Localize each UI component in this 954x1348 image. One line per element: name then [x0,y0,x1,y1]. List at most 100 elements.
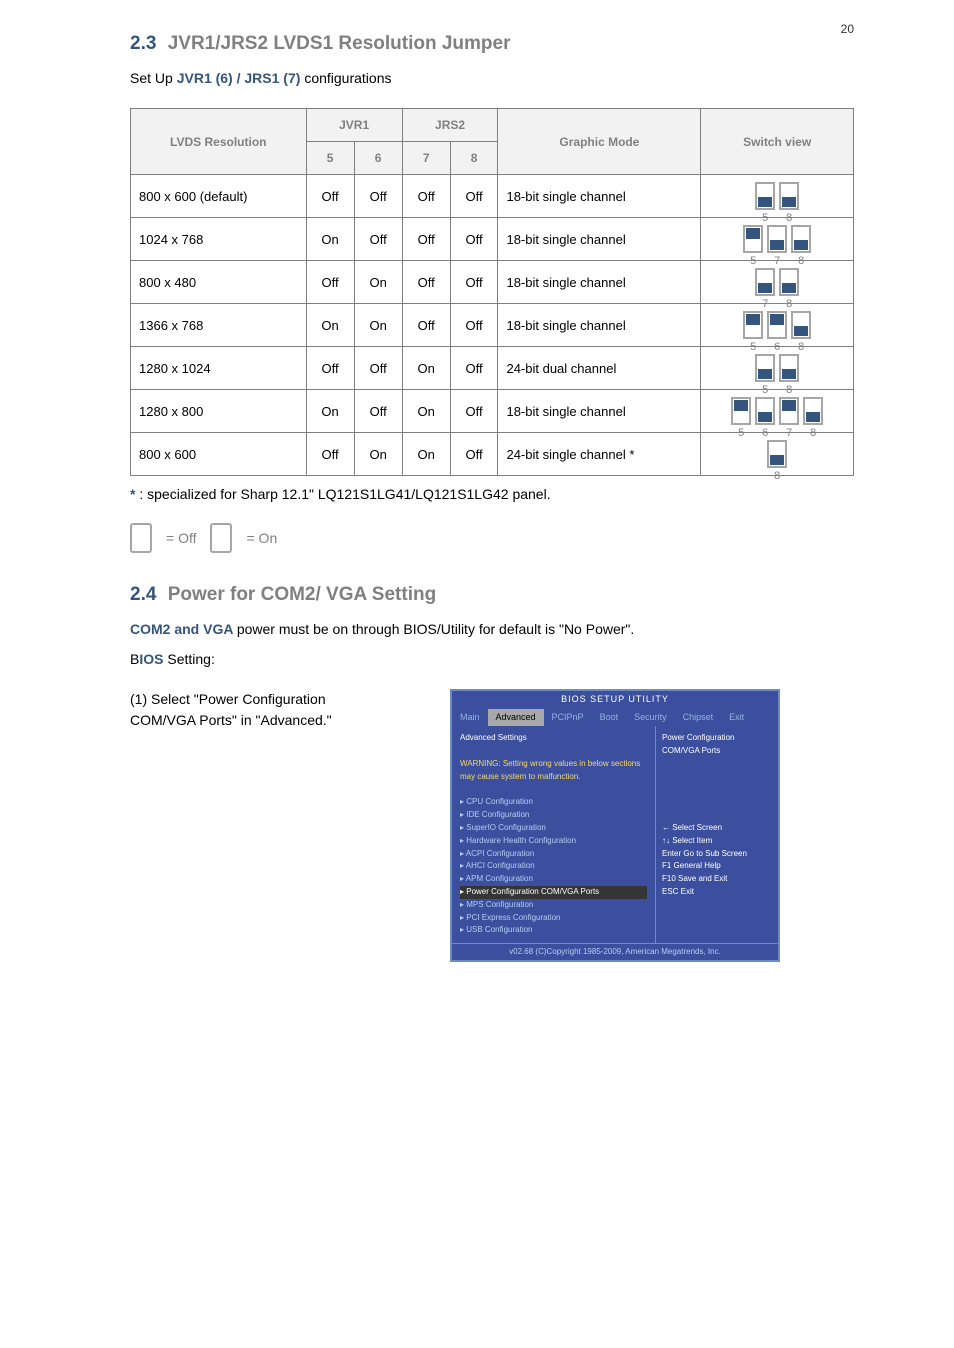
bios-list-item: ▸ Hardware Health Configuration [460,835,647,848]
cell-jumper: On [354,304,402,347]
switch-label: 5 [738,425,744,442]
switch-label: 5 [762,210,768,227]
cell-jumper: Off [450,347,498,390]
bios-list-item: ▸ APM Configuration [460,873,647,886]
table-header-row: LVDS Resolution JVR1 JRS2 Graphic Mode S… [131,109,854,142]
cell-resolution: 800 x 600 [131,433,307,476]
bios-list-item: ▸ Power Configuration COM/VGA Ports [460,886,647,899]
cell-jumper: Off [450,175,498,218]
bios-warn2: may cause system to malfunction. [460,771,647,784]
section-2-4-p2: BIOS Setting: [130,648,854,672]
cell-jumper: Off [306,433,354,476]
cell-jumper: On [402,347,450,390]
th-sub-7: 7 [402,142,450,175]
switch-label: 8 [786,296,792,313]
switch-icon: 8 [779,268,799,296]
bios-title: BIOS SETUP UTILITY [452,691,778,709]
switch-label: 7 [786,425,792,442]
cell-jumper: Off [306,347,354,390]
bios-help-line: ↑↓ Select Item [662,835,772,848]
section-2-3-description: Set Up JVR1 (6) / JRS1 (7) configuration… [130,67,854,91]
table-row: 1280 x 1024OffOffOnOff24-bit dual channe… [131,347,854,390]
switch-label: 5 [750,253,756,270]
bios-help-line: F10 Save and Exit [662,873,772,886]
switch-icon: 8 [767,440,787,468]
p2-pre: B [130,651,139,667]
cell-jumper: Off [402,175,450,218]
switch-icon: 5 [755,182,775,210]
table-row: 1280 x 800OnOffOnOff18-bit single channe… [131,390,854,433]
bios-help-line: Enter Go to Sub Screen [662,848,772,861]
legend-off-icon [130,523,152,553]
switch-label: 8 [786,210,792,227]
bios-list-item: ▸ IDE Configuration [460,809,647,822]
section-2-4-heading: 2.4 Power for COM2/ VGA Setting [130,581,854,610]
switch-icon: 5 [731,397,751,425]
section-2-4-p1: COM2 and VGA power must be on through BI… [130,618,854,642]
cell-resolution: 800 x 480 [131,261,307,304]
th-sub-6: 6 [354,142,402,175]
bios-help-line: ← Select Screen [662,822,772,835]
bios-menu-item: Main [452,709,488,727]
th-jvr1: JVR1 [306,109,402,142]
bios-right-panel: Power Configuration COM/VGA Ports ← Sele… [655,726,778,943]
switch-label: 8 [810,425,816,442]
th-sub-5: 5 [306,142,354,175]
cell-jumper: On [306,218,354,261]
legend-on-label: = On [246,528,277,549]
section-2-3-heading: 2.3 JVR1/JRS2 LVDS1 Resolution Jumper [130,30,854,59]
switch-icon: 8 [779,354,799,382]
desc-highlight: JVR1 (6) / JRS1 (7) [177,70,301,86]
asterisk-note: * : specialized for Sharp 12.1" LQ121S1L… [130,484,854,505]
bios-menu-item: Advanced [488,709,544,727]
bios-left-panel: Advanced Settings WARNING: Setting wrong… [452,726,655,943]
cell-jumper: Off [354,347,402,390]
cell-jumper: On [402,390,450,433]
cell-mode: 24-bit dual channel [498,347,701,390]
cell-mode: 24-bit single channel * [498,433,701,476]
switch-label: 7 [762,296,768,313]
p1-bold: COM2 and VGA [130,621,237,637]
cell-jumper: On [306,390,354,433]
bios-help-line: ESC Exit [662,886,772,899]
cell-jumper: Off [354,175,402,218]
table-row: 800 x 600OffOnOnOff24-bit single channel… [131,433,854,476]
note-star: * [130,486,139,502]
th-sub-8: 8 [450,142,498,175]
bios-right-title2: COM/VGA Ports [662,745,772,758]
cell-switch: 578 [701,218,854,261]
switch-icon: 5 [743,311,763,339]
bios-footer: v02.68 (C)Copyright 1985-2009, American … [452,943,778,960]
legend-off-label: = Off [166,528,196,549]
cell-jumper: On [402,433,450,476]
section-2-4-number: 2.4 [130,584,156,605]
cell-resolution: 1366 x 768 [131,304,307,347]
cell-mode: 18-bit single channel [498,218,701,261]
cell-mode: 18-bit single channel [498,304,701,347]
switch-label: 6 [762,425,768,442]
desc-prefix: Set Up [130,70,177,86]
cell-switch: 58 [701,175,854,218]
cell-jumper: On [306,304,354,347]
cell-jumper: Off [354,390,402,433]
switch-icon: 7 [767,225,787,253]
bios-menu-item: Security [626,709,675,727]
th-graphic-mode: Graphic Mode [498,109,701,175]
switch-label: 8 [786,382,792,399]
bios-menu-item: Exit [721,709,752,727]
bios-list-item: ▸ MPS Configuration [460,899,647,912]
cell-mode: 18-bit single channel [498,175,701,218]
table-row: 1366 x 768OnOnOffOff18-bit single channe… [131,304,854,347]
switch-icon: 5 [743,225,763,253]
bios-list-item: ▸ CPU Configuration [460,796,647,809]
cell-resolution: 800 x 600 (default) [131,175,307,218]
section-2-3-number: 2.3 [130,33,156,54]
cell-jumper: Off [402,304,450,347]
bios-menu: MainAdvancedPCIPnPBootSecurityChipsetExi… [452,709,778,727]
switch-label: 5 [762,382,768,399]
cell-jumper: Off [402,261,450,304]
bios-menu-item: PCIPnP [544,709,592,727]
desc-suffix: configurations [304,70,391,86]
switch-icon: 8 [803,397,823,425]
p2-bold: IOS [139,651,163,667]
